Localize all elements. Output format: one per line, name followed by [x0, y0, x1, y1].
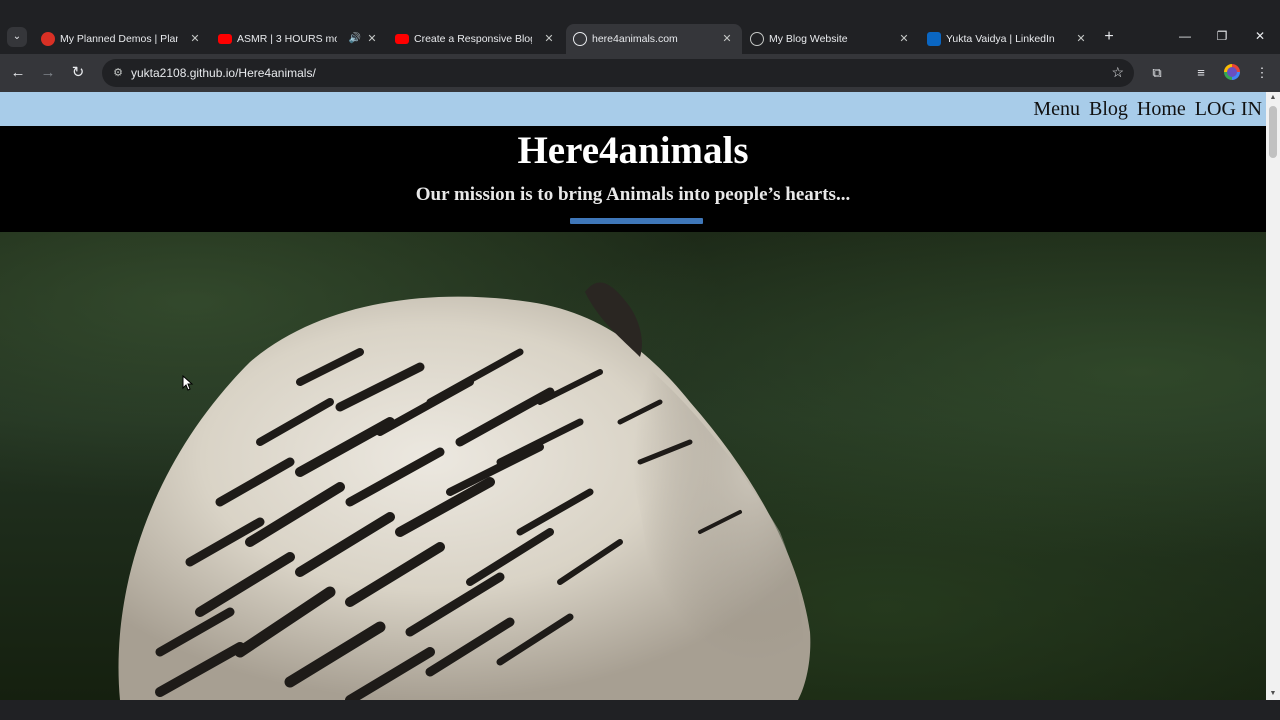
tab-my-planned-demos[interactable]: My Planned Demos | Plans ✕	[34, 24, 210, 54]
extensions-icon[interactable]: ⧉	[1147, 63, 1167, 83]
close-icon[interactable]: ✕	[542, 24, 556, 54]
tab-linkedin[interactable]: Yukta Vaidya | LinkedIn ✕	[920, 24, 1096, 54]
close-icon[interactable]: ✕	[897, 24, 911, 54]
nav-link-blog[interactable]: Blog	[1089, 98, 1128, 121]
window-title-strip	[0, 0, 1280, 20]
hero-header: Here4animals Our mission is to bring Ani…	[0, 126, 1266, 232]
tab-label: ASMR | 3 HOURS most	[237, 33, 337, 45]
site-navbar: Menu Blog Home LOG IN	[0, 92, 1266, 126]
speaker-icon[interactable]: 🔊	[349, 24, 361, 54]
reload-button[interactable]: ↻	[67, 62, 89, 84]
tab-label: Yukta Vaidya | LinkedIn	[946, 33, 1055, 45]
browser-toolbar: ← → ↻ ⚙ yukta2108.github.io/Here4animals…	[0, 54, 1280, 92]
close-icon[interactable]: ✕	[365, 24, 379, 54]
tab-strip: ⌄ My Planned Demos | Plans ✕ ASMR | 3 HO…	[0, 20, 1280, 54]
window-close-button[interactable]: ✕	[1248, 26, 1272, 46]
scroll-down-arrow[interactable]: ▼	[1269, 690, 1277, 698]
nav-link-home[interactable]: Home	[1137, 98, 1186, 121]
new-tab-button[interactable]: +	[1100, 28, 1118, 46]
tab-asmr[interactable]: ASMR | 3 HOURS most 🔊 ✕	[211, 24, 387, 54]
youtube-icon	[395, 34, 409, 44]
tab-my-blog-website[interactable]: My Blog Website ✕	[743, 24, 919, 54]
nav-link-login[interactable]: LOG IN	[1195, 98, 1262, 121]
youtube-icon	[218, 34, 232, 44]
back-button[interactable]: ←	[7, 62, 29, 84]
tab-here4animals[interactable]: here4animals.com ✕	[566, 24, 742, 54]
globe-icon	[750, 32, 764, 46]
close-icon[interactable]: ✕	[720, 24, 734, 54]
chevron-down-icon: ⌄	[12, 31, 22, 42]
taskbar-strip	[0, 700, 1280, 720]
site-title: Here4animals	[517, 129, 749, 172]
address-bar[interactable]: ⚙ yukta2108.github.io/Here4animals/ ☆	[102, 59, 1134, 87]
tab-label: Create a Responsive Blog W	[414, 33, 532, 45]
scroll-thumb[interactable]	[1269, 106, 1277, 158]
linkedin-icon	[927, 32, 941, 46]
planner-icon	[41, 32, 55, 46]
nav-links: Menu Blog Home LOG IN	[1033, 92, 1262, 126]
close-icon[interactable]: ✕	[1074, 24, 1088, 54]
forward-button[interactable]: →	[37, 62, 59, 84]
tab-create-responsive-blog[interactable]: Create a Responsive Blog W ✕	[388, 24, 564, 54]
title-underline	[570, 218, 703, 224]
owl-illustration	[118, 282, 811, 700]
scroll-up-arrow[interactable]: ▲	[1269, 94, 1277, 102]
site-tagline: Our mission is to bring Animals into peo…	[415, 184, 851, 205]
tab-label: here4animals.com	[592, 33, 678, 45]
snowy-owl-photo	[0, 232, 1266, 700]
tab-label: My Blog Website	[769, 33, 848, 45]
star-icon[interactable]: ☆	[1111, 64, 1124, 81]
github-icon	[573, 32, 587, 46]
tab-search-button[interactable]: ⌄	[7, 27, 27, 47]
close-icon[interactable]: ✕	[188, 24, 202, 54]
url-text[interactable]: yukta2108.github.io/Here4animals/	[131, 59, 316, 87]
page-scrollbar[interactable]: ▲ ▼	[1266, 92, 1280, 700]
page-viewport: Menu Blog Home LOG IN Here4animals Our m…	[0, 92, 1266, 700]
tab-label: My Planned Demos | Plans	[60, 33, 178, 45]
site-info-icon[interactable]: ⚙	[110, 65, 126, 81]
nav-link-menu[interactable]: Menu	[1033, 98, 1080, 121]
restore-button[interactable]: ❐	[1210, 26, 1234, 46]
media-control-icon[interactable]: ≡	[1191, 63, 1211, 83]
mouse-cursor-icon	[182, 375, 194, 391]
profile-avatar[interactable]	[1224, 64, 1240, 80]
kebab-menu-icon[interactable]: ⋮	[1252, 63, 1272, 83]
minimize-button[interactable]: —	[1173, 26, 1197, 46]
